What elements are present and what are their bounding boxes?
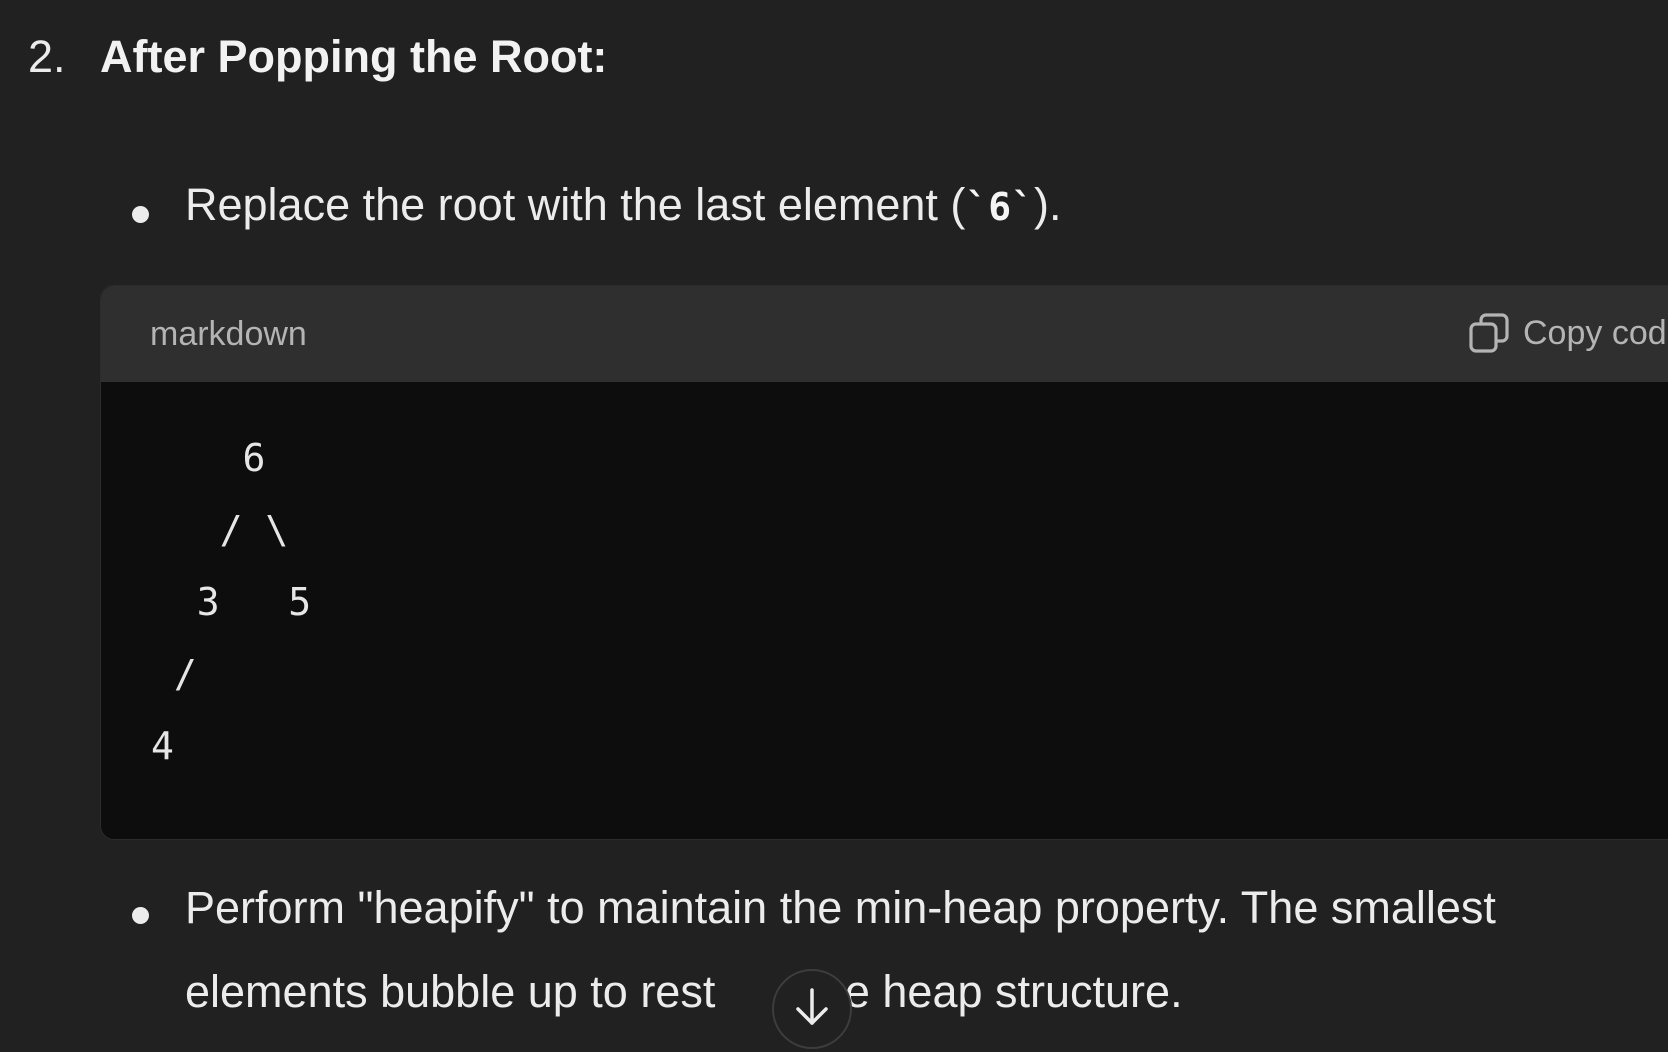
copy-icon — [1469, 312, 1509, 354]
bullet-line-1: Perform "heapify" to maintain the min-he… — [185, 882, 1496, 933]
list-item-text: Replace the root with the last element (… — [185, 178, 1062, 232]
list-item: Replace the root with the last element (… — [132, 178, 1062, 232]
code-language-label: markdown — [150, 314, 307, 353]
section-title: After Popping the Root: — [100, 31, 608, 82]
copy-code-button[interactable]: Copy code — [1469, 312, 1668, 354]
copy-code-label: Copy code — [1523, 313, 1668, 352]
bullet-line-2a: elements bubble up to rest — [185, 966, 716, 1017]
inline-code: `6` — [965, 185, 1035, 229]
bullet-icon — [132, 206, 149, 223]
bullet-icon — [132, 907, 149, 924]
section-number: 2. — [28, 31, 66, 82]
code-block: markdown Copy code 6 / \ 3 5 / 4 — [100, 285, 1668, 840]
bullet-text-before: Replace the root with the last element ( — [185, 179, 966, 230]
code-block-header: markdown Copy code — [101, 286, 1668, 382]
scroll-to-bottom-button[interactable] — [772, 969, 852, 1049]
bullet-line-2b: the heap structure. — [807, 966, 1183, 1017]
code-content: 6 / \ 3 5 / 4 — [151, 436, 312, 768]
bullet-text-after: ). — [1034, 179, 1062, 230]
arrow-down-icon — [792, 985, 832, 1034]
section-heading: 2. After Popping the Root: — [28, 30, 607, 84]
chat-message-content: 2. After Popping the Root: Replace the r… — [0, 0, 1668, 1052]
